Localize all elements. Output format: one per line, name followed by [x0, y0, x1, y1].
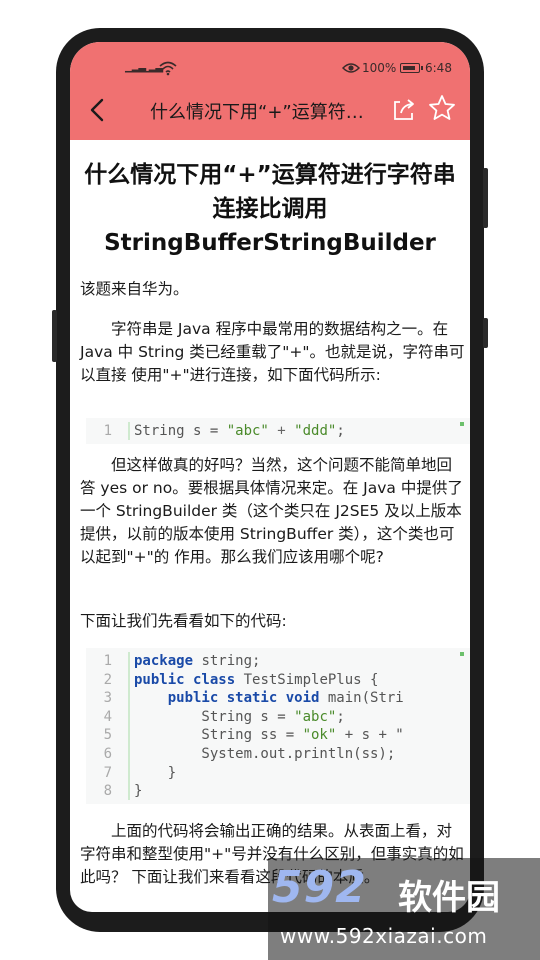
- code-line: public class TestSimplePlus {: [134, 671, 379, 688]
- back-arrow-icon[interactable]: [84, 96, 112, 124]
- eye-icon: [342, 63, 360, 73]
- site-watermark: 592 软件园 www.592xiazai.com: [268, 858, 540, 960]
- watermark-brand: 软件园: [398, 878, 500, 918]
- article-paragraph: 字符串是 Java 程序中最常用的数据结构之一。在 Java 中 String …: [80, 320, 465, 384]
- header-bar: ▁▂▃ ▁▂▃ 100% 6:48 什么情况下用“+”运算符进行字符串连接比调用…: [70, 42, 470, 140]
- code-lines: package string; public class TestSimplePl…: [134, 652, 404, 801]
- code-block[interactable]: 12345678 package string; public class Tes…: [86, 648, 470, 804]
- watermark-url: www.592xiazai.com: [280, 924, 488, 948]
- nav-bar: 什么情况下用“+”运算符进行字符串连接比调用StringBufferString…: [70, 90, 470, 130]
- article-paragraph: 下面让我们先看看如下的代码:: [80, 612, 287, 630]
- code-line: }: [134, 764, 177, 781]
- line-numbers: 12345678: [103, 653, 112, 800]
- line-numbers: 1: [103, 423, 112, 439]
- article-content: 什么情况下用“+”运算符进行字符串连接比调用StringBufferString…: [70, 140, 470, 912]
- code-line: public static void main(Stri: [167, 690, 404, 707]
- power-button: [483, 318, 488, 348]
- article-paragraph: 但这样做真的好吗？当然，这个问题不能简单地回答 yes or no。要根据具体情…: [80, 456, 463, 566]
- article-source: 该题来自华为。: [80, 280, 189, 298]
- star-icon[interactable]: [428, 94, 456, 122]
- app-screen: ▁▂▃ ▁▂▃ 100% 6:48 什么情况下用“+”运算符进行字符串连接比调用…: [70, 42, 470, 912]
- code-line: String s = "abc" + "ddd";: [134, 423, 345, 439]
- battery-icon: [400, 63, 423, 73]
- article-title: 什么情况下用“+”运算符进行字符串连接比调用StringBufferString…: [84, 162, 456, 256]
- status-time: 6:48: [425, 61, 452, 75]
- code-line: package string;: [134, 653, 261, 669]
- status-bar: ▁▂▃ ▁▂▃ 100% 6:48: [70, 60, 470, 82]
- watermark-logo: 592: [272, 862, 367, 913]
- code-block[interactable]: 1 String s = "abc" + "ddd";: [86, 418, 470, 444]
- volume-button: [483, 168, 488, 228]
- code-line: }: [134, 783, 143, 800]
- code-line: System.out.println(ss);: [134, 745, 396, 762]
- code-line: String ss = "ok" + s + ": [134, 727, 404, 744]
- battery-percent: 100%: [362, 61, 397, 75]
- wifi-icon: [159, 61, 177, 76]
- code-line: String s = "abc";: [134, 708, 345, 725]
- share-icon[interactable]: [392, 98, 416, 122]
- phone-side-button: [52, 310, 57, 362]
- nav-title: 什么情况下用“+”运算符进行字符串连接比调用StringBufferString…: [150, 102, 378, 123]
